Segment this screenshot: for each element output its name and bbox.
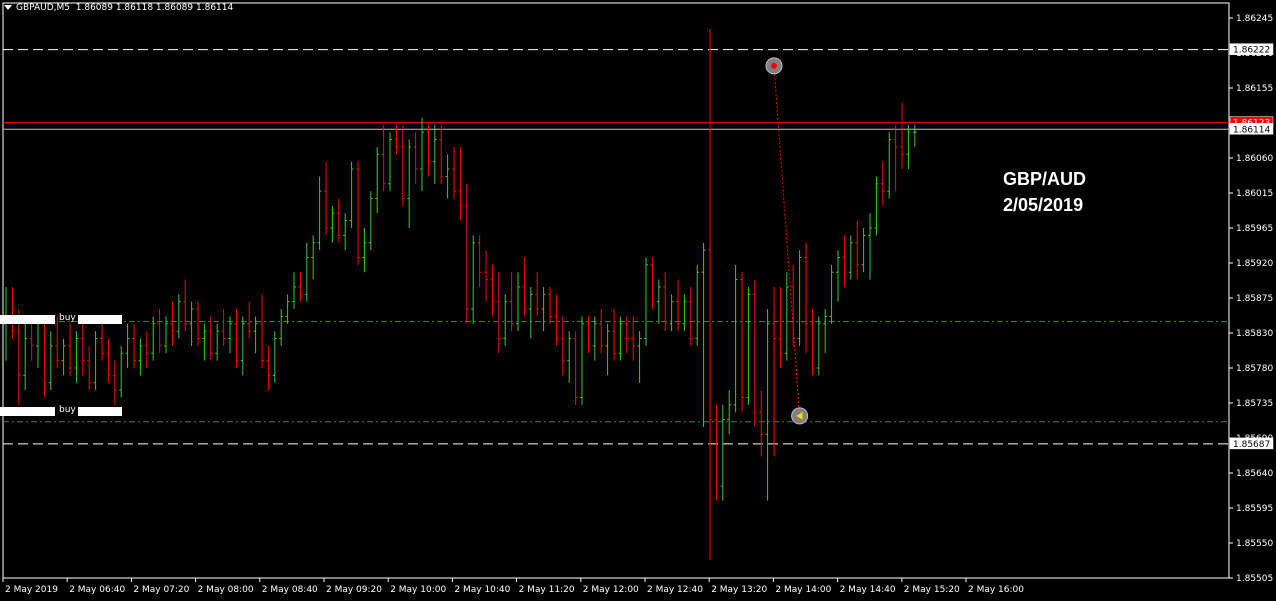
buy-order-label-2: buy (59, 405, 76, 415)
dropdown-triangle-icon[interactable] (4, 5, 12, 10)
redacted-mask (78, 407, 122, 416)
x-tick-label: 2 May 16:00 (968, 585, 1024, 595)
redacted-mask (0, 315, 55, 324)
x-tick-label: 2 May 08:40 (262, 585, 318, 595)
buy-order-tag-1[interactable]: buy (0, 313, 125, 325)
x-tick-label: 2 May 13:20 (711, 585, 767, 595)
x-tick-label: 2 May 12:40 (647, 585, 703, 595)
y-tick-label: 1.86245 (1236, 14, 1273, 24)
x-tick-label: 2 May 15:20 (904, 585, 960, 595)
current-price-label: 1.86114 (1233, 125, 1270, 135)
x-tick-label: 2 May 08:00 (198, 585, 254, 595)
y-tick-label: 1.85550 (1236, 539, 1273, 549)
x-tick-label: 2 May 10:40 (454, 585, 510, 595)
overlay-pair: GBP/AUD (1003, 169, 1087, 189)
bottom-line-price-label: 1.85687 (1233, 440, 1270, 450)
y-tick-label: 1.85640 (1236, 469, 1273, 479)
y-tick-label: 1.86155 (1236, 84, 1273, 94)
x-tick-label: 2 May 10:00 (390, 585, 446, 595)
x-tick-label: 2 May 09:20 (326, 585, 382, 595)
chart-header: GBPAUD,M5 1.86089 1.86118 1.86089 1.8611… (4, 3, 233, 13)
ohlc-readout: 1.86089 1.86118 1.86089 1.86114 (75, 3, 234, 13)
x-tick-label: 2 May 12:00 (583, 585, 639, 595)
y-tick-label: 1.86060 (1236, 154, 1273, 164)
redacted-mask (0, 407, 55, 416)
x-tick-label: 2 May 07:20 (133, 585, 189, 595)
buy-order-label-1: buy (59, 313, 76, 323)
redacted-mask (78, 315, 122, 324)
symbol-label: GBPAUD,M5 (16, 3, 71, 13)
overlay-date: 2/05/2019 (1003, 195, 1084, 215)
y-tick-label: 1.85830 (1236, 329, 1273, 339)
y-tick-label: 1.86015 (1236, 189, 1273, 199)
y-tick-label: 1.85780 (1236, 364, 1273, 374)
x-tick-label: 2 May 14:40 (840, 585, 896, 595)
y-tick-label: 1.85735 (1236, 399, 1273, 409)
x-tick-label: 2 May 2019 (5, 585, 58, 595)
x-tick-label: 2 May 14:00 (775, 585, 831, 595)
price-chart[interactable]: 1.862451.862001.861551.861051.860601.860… (0, 0, 1276, 601)
y-tick-label: 1.85595 (1236, 504, 1273, 514)
chart-frame (2, 2, 1230, 579)
y-tick-label: 1.85875 (1236, 294, 1273, 304)
x-tick-label: 2 May 11:20 (519, 585, 575, 595)
trade-open-dot (771, 62, 777, 69)
top-line-price-label: 1.86222 (1233, 46, 1270, 56)
y-tick-label: 1.85505 (1236, 574, 1273, 584)
y-tick-label: 1.85965 (1236, 224, 1273, 234)
buy-order-tag-2[interactable]: buy (0, 405, 125, 417)
y-tick-label: 1.85920 (1236, 259, 1273, 269)
pair-overlay: GBP/AUD 2/05/2019 (1003, 166, 1086, 218)
trade-connector (773, 65, 801, 416)
x-tick-label: 2 May 06:40 (69, 585, 125, 595)
